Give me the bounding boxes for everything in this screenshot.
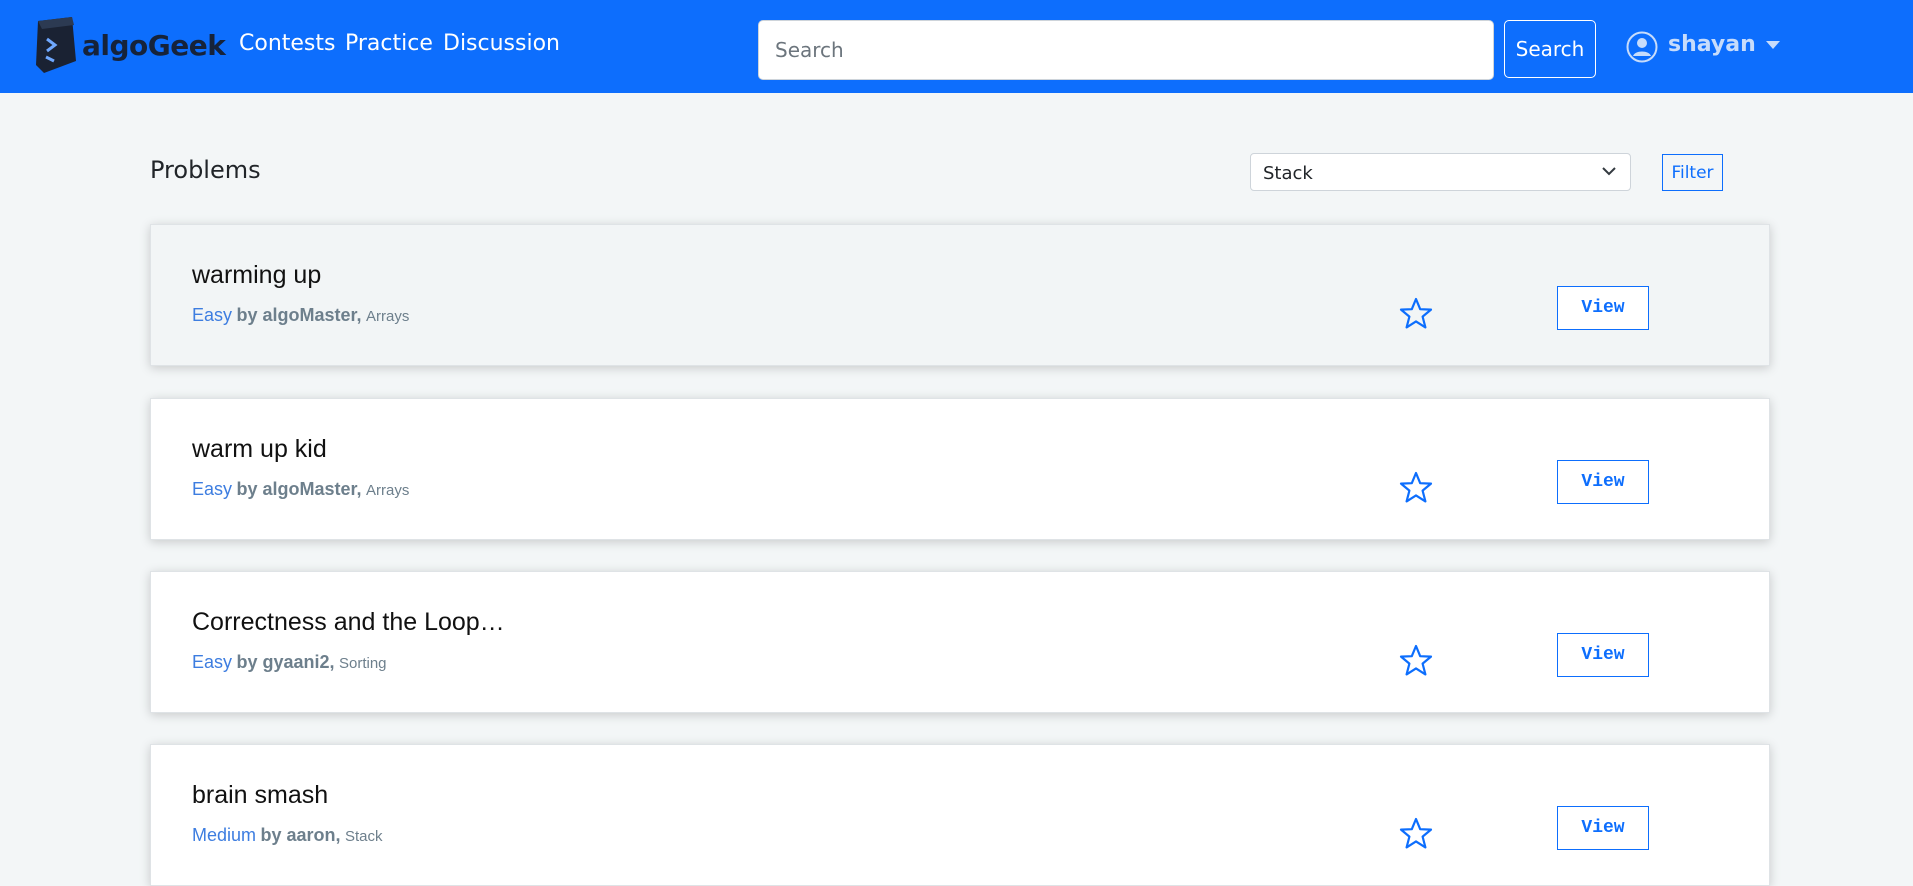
problem-card: brain smash Medium by aaron, Stack View bbox=[150, 744, 1770, 886]
nav-link-practice[interactable]: Practice bbox=[345, 31, 433, 56]
problem-meta: Medium by aaron, Stack bbox=[192, 825, 382, 846]
problem-card: warming up Easy by algoMaster, Arrays Vi… bbox=[150, 224, 1770, 366]
problem-title[interactable]: warming up bbox=[192, 261, 321, 290]
brand-logo[interactable]: algoGeek bbox=[32, 15, 226, 75]
star-icon[interactable] bbox=[1399, 297, 1433, 330]
brand-name: algoGeek bbox=[82, 29, 226, 62]
problem-title[interactable]: Correctness and the Loop… bbox=[192, 608, 505, 637]
view-button[interactable]: View bbox=[1557, 806, 1649, 850]
problem-title[interactable]: brain smash bbox=[192, 781, 328, 810]
difficulty-label: Easy bbox=[192, 479, 233, 499]
difficulty-label: Easy bbox=[192, 305, 233, 325]
nav-link-discussion[interactable]: Discussion bbox=[443, 31, 560, 56]
tag-label: Arrays bbox=[365, 308, 410, 325]
page-title: Problems bbox=[150, 156, 261, 184]
author-label: by algoMaster, bbox=[236, 305, 362, 325]
star-icon[interactable] bbox=[1399, 817, 1433, 850]
tag-label: Sorting bbox=[338, 655, 387, 672]
problem-card: warm up kid Easy by algoMaster, Arrays V… bbox=[150, 398, 1770, 540]
user-name: shayan bbox=[1668, 32, 1756, 57]
view-button[interactable]: View bbox=[1557, 286, 1649, 330]
nav-link-contests[interactable]: Contests bbox=[239, 31, 335, 56]
tag-label: Arrays bbox=[365, 482, 410, 499]
tag-filter-value: Stack bbox=[1263, 163, 1313, 184]
view-button[interactable]: View bbox=[1557, 460, 1649, 504]
author-label: by algoMaster, bbox=[236, 479, 362, 499]
tag-label: Stack bbox=[344, 828, 383, 845]
search-input[interactable] bbox=[758, 20, 1494, 80]
filter-button[interactable]: Filter bbox=[1662, 154, 1723, 191]
logo-mark-icon bbox=[36, 17, 76, 73]
tag-filter-select[interactable]: Stack bbox=[1250, 153, 1631, 191]
navbar: algoGeek Contests Practice Discussion Se… bbox=[0, 0, 1913, 93]
search-button[interactable]: Search bbox=[1504, 20, 1596, 78]
problem-meta: Easy by gyaani2, Sorting bbox=[192, 652, 387, 673]
problem-meta: Easy by algoMaster, Arrays bbox=[192, 305, 409, 326]
author-label: by gyaani2, bbox=[236, 652, 335, 672]
star-icon[interactable] bbox=[1399, 644, 1433, 677]
problem-meta: Easy by algoMaster, Arrays bbox=[192, 479, 409, 500]
view-button[interactable]: View bbox=[1557, 633, 1649, 677]
star-icon[interactable] bbox=[1399, 471, 1433, 504]
caret-down-icon bbox=[1766, 41, 1780, 49]
chevron-down-icon bbox=[1602, 167, 1616, 176]
author-label: by aaron, bbox=[260, 825, 341, 845]
difficulty-label: Easy bbox=[192, 652, 233, 672]
problem-title[interactable]: warm up kid bbox=[192, 435, 327, 464]
user-avatar-icon bbox=[1626, 31, 1658, 63]
problem-card: Correctness and the Loop… Easy by gyaani… bbox=[150, 571, 1770, 713]
difficulty-label: Medium bbox=[192, 825, 257, 845]
